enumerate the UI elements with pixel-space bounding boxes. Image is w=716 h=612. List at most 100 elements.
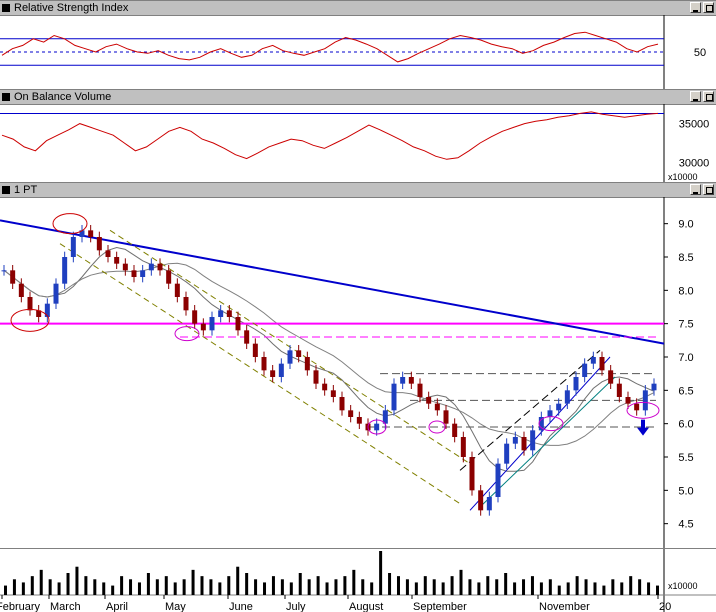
candle-body	[478, 490, 484, 511]
obv-multiplier: x10000	[668, 172, 698, 182]
price-title: 1 PT	[14, 184, 38, 196]
candle-body	[62, 257, 68, 284]
candle-body	[166, 270, 172, 284]
candle-body	[642, 390, 648, 411]
candle-body	[18, 283, 24, 297]
volume-bar	[298, 573, 302, 595]
candle-body	[356, 417, 362, 424]
candle-body	[374, 423, 380, 431]
candle-body	[183, 297, 189, 311]
volume-bar	[164, 576, 168, 595]
candle-body	[599, 357, 605, 371]
volume-bar	[432, 579, 436, 595]
rsi-title: Relative Strength Index	[14, 2, 129, 14]
rsi-tick-label: 50	[694, 47, 706, 59]
volume-bar	[200, 576, 204, 595]
volume-bar	[379, 551, 383, 595]
candle-body	[10, 270, 16, 284]
volume-bar	[620, 582, 624, 595]
price-tick-label: 5.5	[678, 452, 693, 464]
volume-bar	[129, 579, 133, 595]
volume-bar	[155, 579, 159, 595]
volume-bar	[218, 582, 222, 595]
candle-body	[408, 377, 414, 384]
volume-bar	[450, 576, 454, 595]
volume-bar	[459, 569, 463, 595]
maximize-button[interactable]	[703, 184, 714, 195]
panel-icon	[2, 186, 10, 194]
volume-bar	[396, 576, 400, 595]
volume-bar	[48, 579, 52, 595]
rsi-chart: 50	[0, 15, 706, 89]
candle-body	[105, 250, 111, 257]
volume-bar	[495, 579, 499, 595]
candle-body	[452, 423, 458, 437]
volume-bar	[557, 585, 561, 595]
volume-bar	[602, 585, 606, 595]
candle-body	[1, 270, 7, 272]
candle-body	[122, 263, 128, 271]
volume-bar	[548, 579, 552, 595]
volume-bar	[263, 582, 267, 595]
candle-body	[348, 410, 354, 417]
volume-bar	[280, 579, 284, 595]
volume-bar	[656, 585, 659, 595]
rsi-titlebar: Relative Strength Index	[0, 1, 716, 16]
candle-body	[486, 497, 492, 511]
volume-chart: x10000 February March April May June July Augus…	[0, 549, 716, 612]
candle-body	[556, 403, 562, 411]
minimize-button[interactable]	[690, 184, 701, 195]
volume-bar	[66, 573, 70, 595]
candle-body	[235, 317, 241, 331]
highlight-ellipse	[52, 213, 88, 235]
candle-body	[252, 343, 258, 357]
candle-body	[322, 383, 328, 391]
candle-body	[564, 390, 570, 404]
candle-body	[651, 383, 657, 391]
price-tick-label: 8.0	[678, 285, 693, 297]
panel-icon	[2, 4, 10, 12]
minimize-button[interactable]	[690, 2, 701, 13]
volume-bar	[75, 566, 79, 595]
candle-body	[218, 310, 224, 317]
volume-bar	[146, 573, 150, 595]
obv-tick-label: 30000	[679, 157, 710, 169]
volume-bar	[209, 579, 213, 595]
volume-bar	[289, 582, 293, 595]
candle-body	[443, 410, 449, 424]
volume-bar	[325, 582, 329, 595]
candle-body	[244, 330, 250, 344]
candle-body	[495, 463, 501, 497]
volume-bar	[566, 582, 570, 595]
maximize-button[interactable]	[703, 91, 714, 102]
price-panel: 1 PT 9.0 8.5 8.0 7.5 7.0 6.5 6.0 5.5 5.0 4.5	[0, 182, 716, 548]
volume-bar	[539, 582, 543, 595]
price-tick-label: 7.5	[678, 319, 693, 331]
up-arrow-icon	[637, 419, 649, 436]
candle-body	[504, 443, 510, 464]
candle-body	[96, 237, 102, 251]
candle-body	[634, 403, 640, 411]
volume-bar	[352, 569, 356, 595]
candle-body	[304, 357, 310, 371]
volume-bar	[530, 576, 534, 595]
price-tick-label: 6.5	[678, 385, 693, 397]
volume-bar	[245, 573, 249, 595]
candle-body	[313, 370, 319, 384]
minimize-button[interactable]	[690, 91, 701, 102]
obv-line	[1, 111, 659, 160]
volume-bar	[584, 579, 588, 595]
maximize-button[interactable]	[703, 2, 714, 13]
candle-body	[530, 430, 536, 451]
volume-bar	[593, 582, 597, 595]
price-chart: 9.0 8.5 8.0 7.5 7.0 6.5 6.0 5.5 5.0 4.5	[0, 197, 694, 548]
candle-body	[174, 283, 180, 297]
candle-body	[287, 350, 293, 364]
volume-bar	[504, 573, 508, 595]
obv-tick-label: 35000	[679, 119, 710, 131]
volume-bar	[316, 576, 320, 595]
candle-body	[200, 323, 206, 331]
candle-body	[460, 437, 466, 457]
volume-bar	[57, 582, 61, 595]
volume-bar	[414, 582, 418, 595]
